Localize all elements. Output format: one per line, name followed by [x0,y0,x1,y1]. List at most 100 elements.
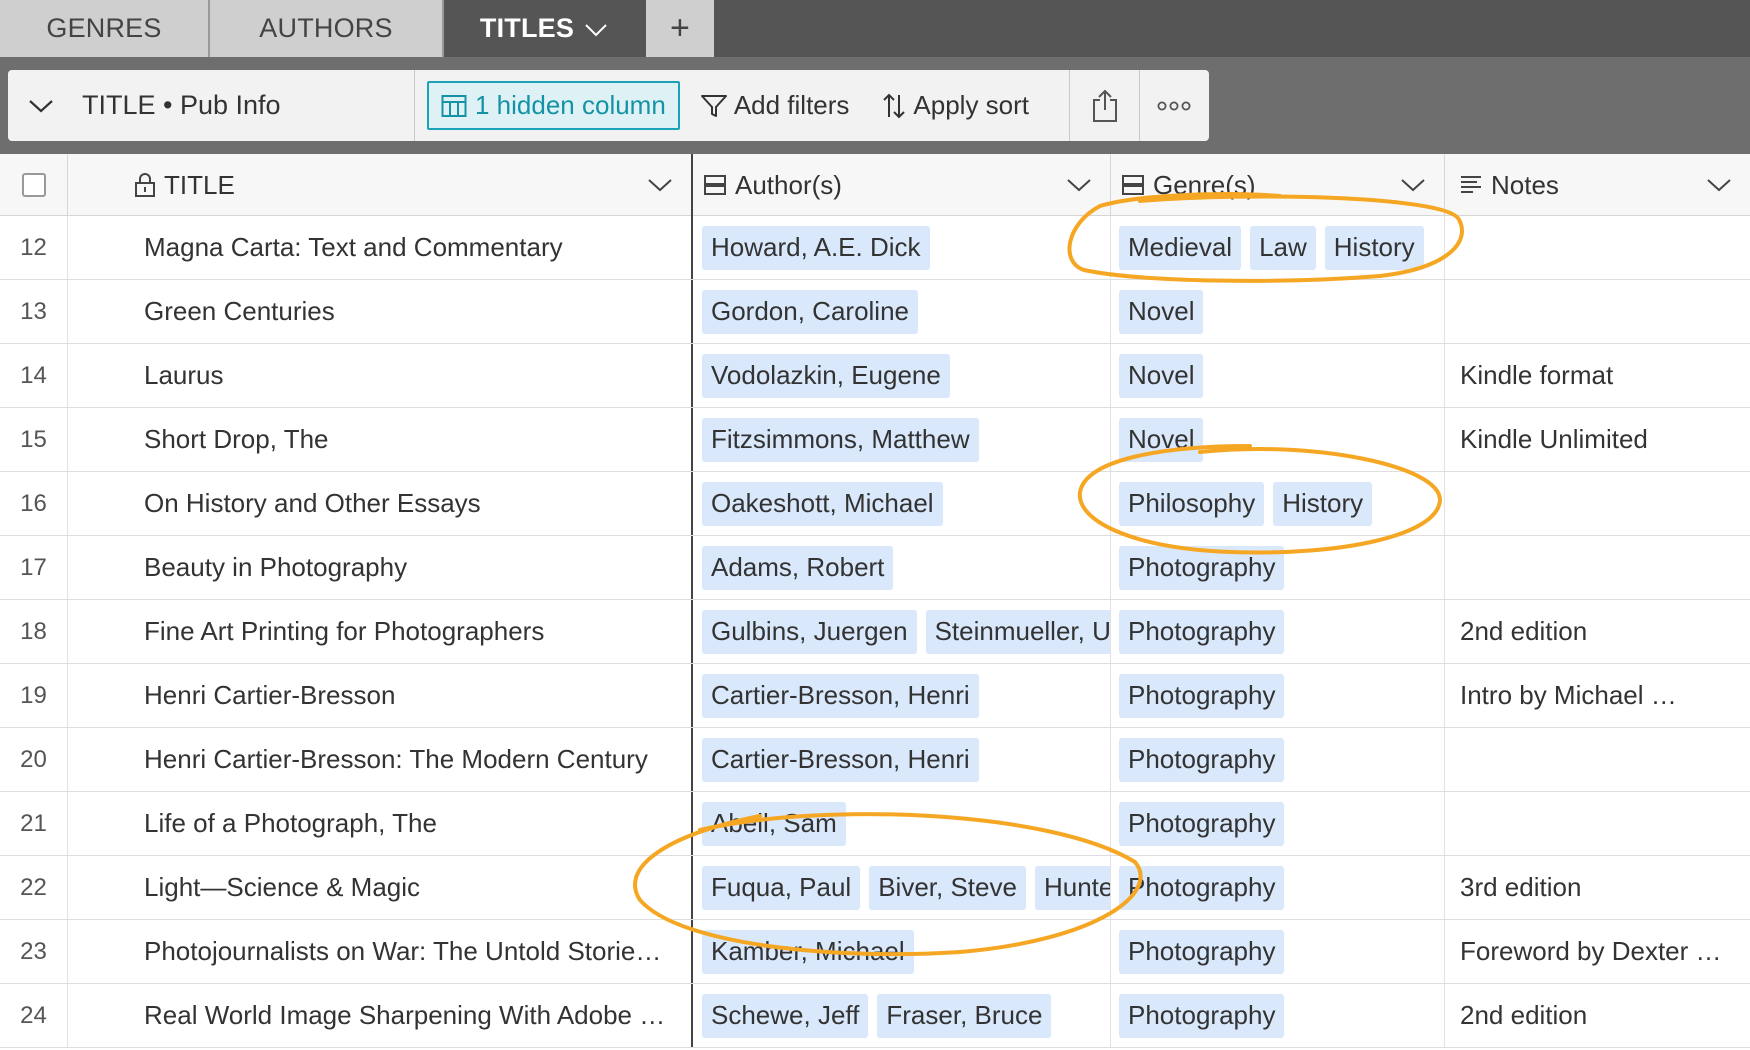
add-filters-button[interactable]: Add filters [688,90,862,121]
title-cell[interactable]: Real World Image Sharpening With Adobe … [68,984,693,1047]
title-cell[interactable]: Fine Art Printing for Photographers [68,600,693,663]
genre-chip[interactable]: Novel [1119,417,1204,462]
author-chip[interactable]: Cartier-Bresson, Henri [702,737,979,782]
chevron-down-icon[interactable] [1400,178,1426,192]
notes-cell[interactable]: Kindle format [1445,344,1750,407]
title-cell[interactable]: Beauty in Photography [68,536,693,599]
notes-cell[interactable]: Intro by Michael … [1445,664,1750,727]
table-row[interactable]: 22 Light—Science & Magic Fuqua, Paul Biver,… [0,856,1750,920]
genre-chip[interactable]: History [1273,481,1373,526]
authors-cell[interactable]: Howard, A.E. Dick [693,216,1111,279]
author-chip[interactable]: Steinmueller, U [925,609,1110,654]
genre-chip[interactable]: Novel [1119,289,1204,334]
genre-chip[interactable]: Medieval [1119,225,1242,270]
genres-cell[interactable]: Photography [1111,920,1445,983]
apply-sort-button[interactable]: Apply sort [869,90,1041,121]
title-cell[interactable]: Green Centuries [68,280,693,343]
author-chip[interactable]: Gordon, Caroline [702,289,918,334]
genre-chip[interactable]: Philosophy [1119,481,1265,526]
notes-cell[interactable] [1445,728,1750,791]
author-chip[interactable]: Gulbins, Juergen [702,609,917,654]
genres-cell[interactable]: Novel [1111,280,1445,343]
select-all-checkbox[interactable] [21,173,46,197]
more-options-button[interactable] [1140,70,1208,141]
genre-chip[interactable]: Photography [1119,609,1285,654]
authors-cell[interactable]: Fitzsimmons, Matthew [693,408,1111,471]
author-chip[interactable]: Adams, Robert [702,545,894,590]
genres-cell[interactable]: Medieval Law History [1111,216,1445,279]
authors-cell[interactable]: Adams, Robert [693,536,1111,599]
share-button[interactable] [1070,70,1140,141]
authors-cell[interactable]: Schewe, Jeff Fraser, Bruce [693,984,1111,1047]
genres-cell[interactable]: Photography [1111,728,1445,791]
column-header-genres[interactable]: Genre(s) [1111,154,1445,216]
table-row[interactable]: 21 Life of a Photograph, The Abell, Sam Pho… [0,792,1750,856]
table-row[interactable]: 12 Magna Carta: Text and Commentary Howard… [0,216,1750,280]
notes-cell[interactable] [1445,472,1750,535]
notes-cell[interactable] [1445,536,1750,599]
author-chip[interactable]: Fraser, Bruce [877,993,1052,1038]
genres-cell[interactable]: Novel [1111,408,1445,471]
author-chip[interactable]: Schewe, Jeff [702,993,869,1038]
notes-cell[interactable] [1445,280,1750,343]
genres-cell[interactable]: Photography [1111,600,1445,663]
table-row[interactable]: 16 On History and Other Essays Oakeshott, … [0,472,1750,536]
column-header-authors[interactable]: Author(s) [693,154,1111,216]
chevron-down-icon[interactable] [1706,178,1732,192]
notes-cell[interactable]: Kindle Unlimited [1445,408,1750,471]
authors-cell[interactable]: Kamber, Michael [693,920,1111,983]
table-row[interactable]: 14 Laurus Vodolazkin, Eugene Novel Kindle fo… [0,344,1750,408]
hidden-columns-button[interactable]: 1 hidden column [427,81,680,130]
table-row[interactable]: 19 Henri Cartier-Bresson Cartier-Bresson, … [0,664,1750,728]
title-cell[interactable]: Laurus [68,344,693,407]
table-row[interactable]: 18 Fine Art Printing for Photographers Gul… [0,600,1750,664]
chevron-down-icon[interactable] [647,178,673,192]
genres-cell[interactable]: Photography [1111,664,1445,727]
genre-chip[interactable]: Photography [1119,673,1285,718]
table-row[interactable]: 24 Real World Image Sharpening With Adobe… [0,984,1750,1048]
column-header-notes[interactable]: Notes [1445,154,1750,216]
authors-cell[interactable]: Oakeshott, Michael [693,472,1111,535]
notes-cell[interactable]: Foreword by Dexter … [1445,920,1750,983]
genre-chip[interactable]: Photography [1119,865,1285,910]
chevron-down-icon[interactable] [584,13,608,44]
notes-cell[interactable] [1445,792,1750,855]
author-chip[interactable]: Fuqua, Paul [702,865,861,910]
table-row[interactable]: 15 Short Drop, The Fitzsimmons, Matthew Nov… [0,408,1750,472]
genres-cell[interactable]: Photography [1111,536,1445,599]
authors-cell[interactable]: Vodolazkin, Eugene [693,344,1111,407]
table-row[interactable]: 13 Green Centuries Gordon, Caroline Novel [0,280,1750,344]
author-chip[interactable]: Hunte [1034,865,1110,910]
genre-chip[interactable]: Novel [1119,353,1204,398]
genres-cell[interactable]: Photography [1111,792,1445,855]
chevron-down-icon[interactable] [1066,178,1092,192]
column-header-title[interactable]: TITLE [68,154,693,216]
genre-chip[interactable]: History [1324,225,1424,270]
author-chip[interactable]: Vodolazkin, Eugene [702,353,950,398]
title-cell[interactable]: On History and Other Essays [68,472,693,535]
genres-cell[interactable]: Photography [1111,856,1445,919]
genre-chip[interactable]: Photography [1119,929,1285,974]
notes-cell[interactable] [1445,216,1750,279]
authors-cell[interactable]: Cartier-Bresson, Henri [693,664,1111,727]
table-row[interactable]: 20 Henri Cartier-Bresson: The Modern Cent… [0,728,1750,792]
authors-cell[interactable]: Fuqua, Paul Biver, Steve Hunte [693,856,1111,919]
notes-cell[interactable]: 2nd edition [1445,600,1750,663]
tab-genres[interactable]: GENRES [0,0,210,57]
notes-cell[interactable]: 2nd edition [1445,984,1750,1047]
table-row[interactable]: 17 Beauty in Photography Adams, Robert Phot… [0,536,1750,600]
author-chip[interactable]: Biver, Steve [869,865,1026,910]
author-chip[interactable]: Cartier-Bresson, Henri [702,673,979,718]
title-cell[interactable]: Short Drop, The [68,408,693,471]
genre-chip[interactable]: Photography [1119,801,1285,846]
title-cell[interactable]: Henri Cartier-Bresson [68,664,693,727]
title-cell[interactable]: Magna Carta: Text and Commentary [68,216,693,279]
table-row[interactable]: 23 Photojournalists on War: The Untold St… [0,920,1750,984]
title-cell[interactable]: Light—Science & Magic [68,856,693,919]
author-chip[interactable]: Oakeshott, Michael [702,481,943,526]
author-chip[interactable]: Howard, A.E. Dick [702,225,930,270]
authors-cell[interactable]: Gulbins, Juergen Steinmueller, U [693,600,1111,663]
notes-cell[interactable]: 3rd edition [1445,856,1750,919]
authors-cell[interactable]: Cartier-Bresson, Henri [693,728,1111,791]
title-cell[interactable]: Life of a Photograph, The [68,792,693,855]
